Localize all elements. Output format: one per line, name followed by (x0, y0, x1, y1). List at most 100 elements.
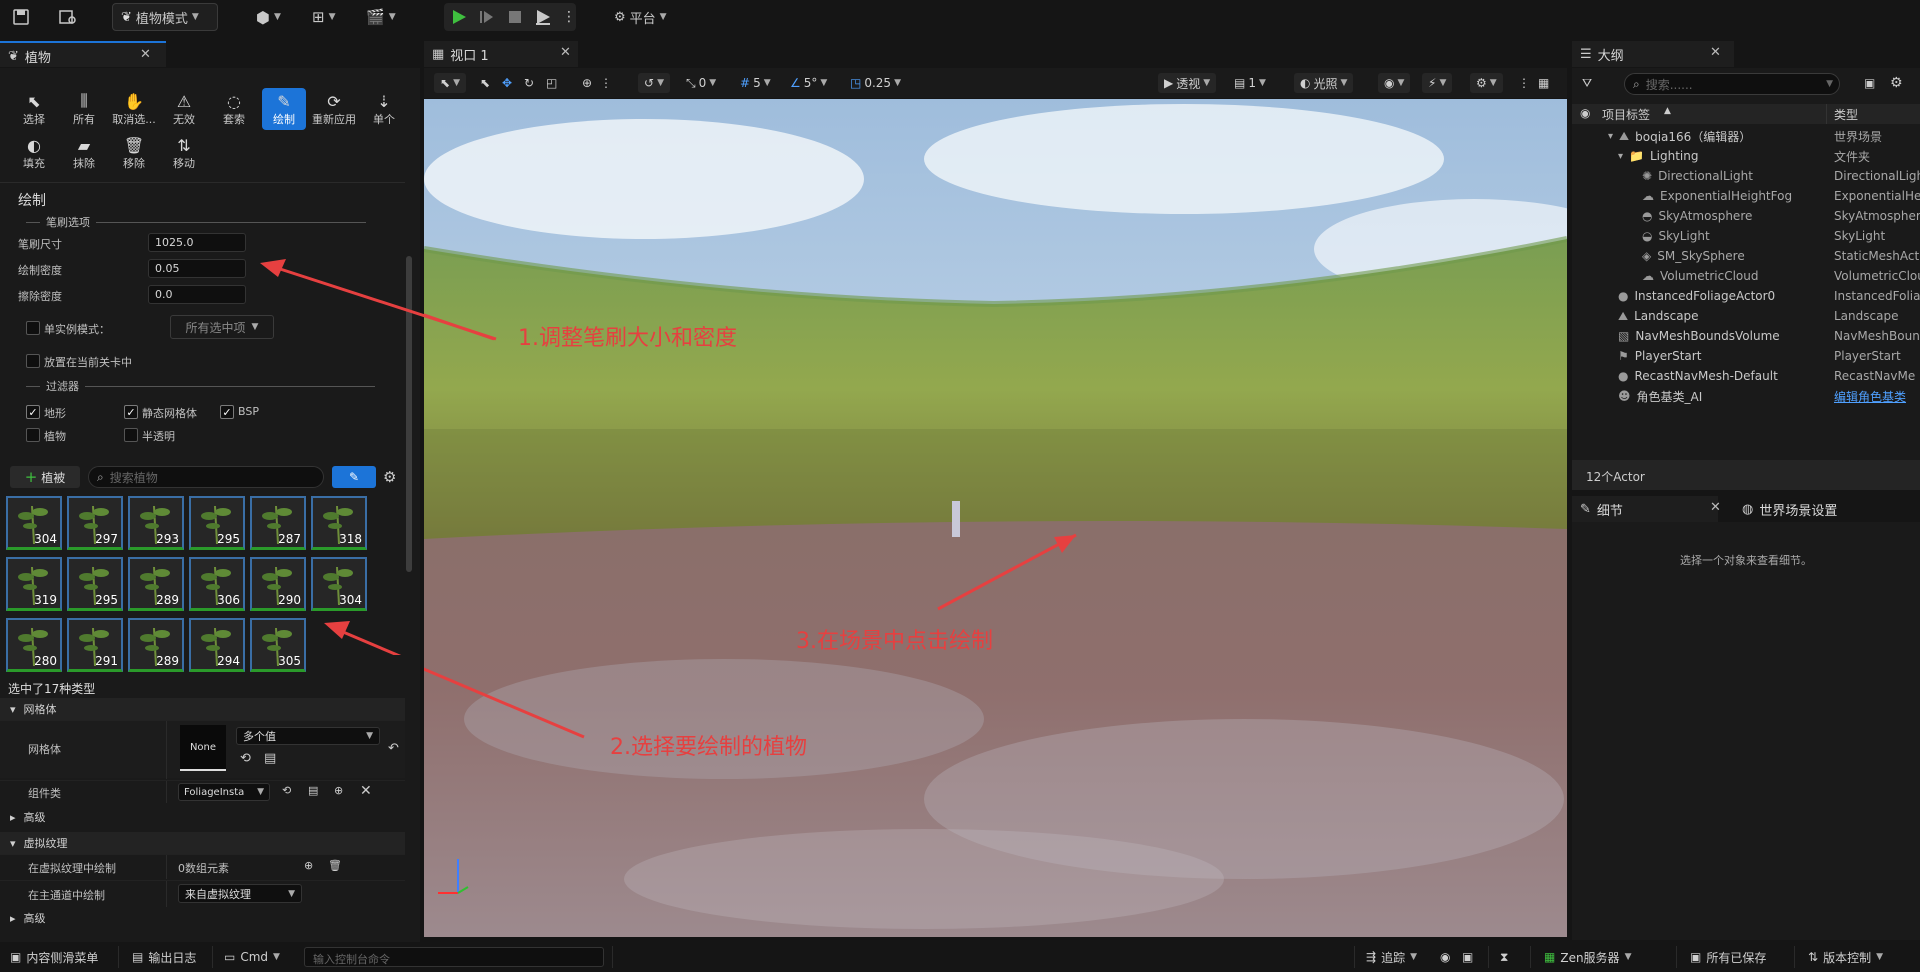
content-drawer-button[interactable]: ▣ 内容侧滑菜单 (10, 947, 98, 967)
browse-folder-icon[interactable]: ▤ (308, 784, 318, 797)
foliage-type-thumbnail[interactable]: 289 (128, 557, 184, 611)
tool-select-button[interactable]: ⬉ 选择 (12, 88, 56, 130)
version-control-dropdown[interactable]: ⇅ 版本控制 ▼ (1808, 947, 1883, 967)
sort-asc-icon[interactable]: ▲ (1664, 106, 1671, 116)
rotate-icon[interactable]: ↻ (524, 73, 534, 93)
add-foliage-button[interactable]: + 植被 (10, 466, 80, 488)
erase-density-input[interactable]: 0.0 (148, 285, 246, 304)
expanded-arrow-icon[interactable]: ▾ (1608, 131, 1613, 142)
filter-checkbox[interactable] (124, 428, 138, 442)
stop-icon[interactable] (506, 8, 524, 26)
close-icon[interactable]: ✕ (1710, 500, 1721, 515)
tool-invalid-button[interactable]: ⚠ 无效 (162, 88, 206, 130)
paint-density-input[interactable]: 0.05 (148, 259, 246, 278)
close-icon[interactable]: ✕ (140, 47, 151, 62)
foliage-type-thumbnail[interactable]: 319 (6, 557, 62, 611)
close-icon[interactable]: ✕ (1710, 45, 1721, 60)
foliage-type-thumbnail[interactable]: 291 (67, 618, 123, 672)
filter-checkbox[interactable] (26, 428, 40, 442)
browse-asset-icon[interactable]: ▤ (264, 751, 276, 766)
brush-size-input[interactable]: 1025.0 (148, 233, 246, 252)
cinematics-button[interactable]: 🎬 ▼ (366, 3, 396, 31)
translate-icon[interactable]: ✥ (502, 73, 512, 93)
more-options-icon[interactable]: ⋮ (600, 73, 612, 93)
reset-icon[interactable]: ↶ (388, 741, 399, 756)
lighting-dropdown[interactable]: ◐ 光照 ▼ (1294, 73, 1354, 93)
tool-lasso-button[interactable]: ◌ 套索 (212, 88, 256, 130)
component-dropdown[interactable]: FoliageInsta ▼ (178, 783, 270, 801)
foliage-type-thumbnail[interactable]: 294 (189, 618, 245, 672)
col-type-header[interactable]: 类型 (1834, 106, 1858, 123)
single-instance-checkbox[interactable] (26, 321, 40, 335)
filter-checkbox[interactable]: ✓ (220, 405, 234, 419)
settings-gear-icon[interactable]: ⚙ (1890, 75, 1903, 91)
delete-icon[interactable]: 🗑 (328, 859, 342, 872)
main-pass-dropdown[interactable]: 来自虚拟纹理 ▼ (178, 884, 302, 903)
viewport-scene[interactable]: 1.调整笔刷大小和密度 2.选择要绘制的植物 3.在场景中点击绘制 (424, 99, 1567, 937)
clear-icon[interactable]: ✕ (360, 783, 372, 799)
tool-reapply-button[interactable]: ⟳ 重新应用 (312, 88, 356, 130)
trace-dropdown[interactable]: ⇶ 追踪 ▼ (1366, 947, 1417, 967)
virtual-texture-category[interactable]: ▾ 虚拟纹理 (0, 832, 405, 854)
close-icon[interactable]: ✕ (560, 45, 571, 60)
blueprint-button[interactable]: ⊞ ▼ (312, 3, 336, 31)
viewport-tab[interactable]: ▦ 视口 1 ✕ (424, 41, 578, 67)
tool-single-button[interactable]: ⇣ 单个 (362, 88, 406, 130)
realtime-dropdown[interactable]: ⚡ ▼ (1422, 73, 1453, 93)
tool-erase-button[interactable]: ▰ 抹除 (62, 132, 106, 174)
scale-snap-toggle[interactable]: ◳ 0.25 ▼ (850, 73, 901, 93)
grid-snap-toggle[interactable]: #5 ▼ (740, 73, 771, 93)
outliner-row[interactable]: ◓ SkyAtmosphere SkyAtmospher (1572, 206, 1920, 226)
mode-select[interactable]: ❦ 植物模式 ▼ (112, 3, 218, 31)
play-options-icon[interactable] (534, 8, 552, 26)
outliner-tab[interactable]: ☰ 大纲 ✕ (1572, 41, 1734, 67)
foliage-type-thumbnail[interactable]: 295 (189, 496, 245, 550)
world-local-icon[interactable]: ⊕ (582, 73, 592, 93)
outliner-row[interactable]: ● RecastNavMesh-Default RecastNavMe (1572, 366, 1920, 386)
select-mode-dropdown[interactable]: ⬉ ▼ (434, 73, 466, 93)
outliner-row[interactable]: ◒ SkyLight SkyLight (1572, 226, 1920, 246)
expanded-arrow-icon[interactable]: ▾ (1618, 151, 1623, 162)
outliner-row[interactable]: ▾ 📁 Lighting 文件夹 (1572, 146, 1920, 166)
foliage-type-thumbnail[interactable]: 297 (67, 496, 123, 550)
hourglass-icon[interactable]: ⧗ (1500, 947, 1508, 967)
cmd-dropdown[interactable]: ▭ Cmd ▼ (224, 947, 280, 967)
add-new-icon[interactable]: ⊕ (334, 784, 343, 797)
settings-dropdown[interactable]: ⚙ ▼ (1470, 73, 1503, 93)
eye-icon[interactable]: ◉ (1580, 106, 1590, 120)
outliner-row[interactable]: ● InstancedFoliageActor0 InstancedFolia (1572, 286, 1920, 306)
outliner-search-input[interactable]: ⌕ 搜索...... ▼ (1624, 73, 1840, 95)
outliner-row[interactable]: ◈ SM_SkySphere StaticMeshAct (1572, 246, 1920, 266)
place-current-level-checkbox[interactable] (26, 354, 40, 368)
use-selected-icon[interactable]: ⟲ (240, 751, 251, 766)
scale-icon[interactable]: ◰ (546, 73, 557, 93)
show-dropdown[interactable]: ◉ ▼ (1378, 73, 1411, 93)
tool-paint-button[interactable]: ✎ 绘制 (262, 88, 306, 130)
add-actor-button[interactable]: ⬢ ▼ (256, 3, 281, 31)
filter-icon[interactable]: ⛛ (1582, 76, 1592, 91)
console-input[interactable]: 输入控制台命令 (304, 947, 604, 967)
mesh-category[interactable]: ▾ 网格体 (0, 698, 405, 720)
browse-icon[interactable] (58, 3, 78, 31)
play-icon[interactable] (450, 8, 468, 26)
outliner-row[interactable]: ▧ NavMeshBoundsVolume NavMeshBoun (1572, 326, 1920, 346)
tool-deselect-button[interactable]: ✋ 取消选... (112, 88, 156, 130)
more-options-icon[interactable]: ⋮ (562, 9, 576, 25)
foliage-type-thumbnail[interactable]: 289 (128, 618, 184, 672)
outliner-item-type-link[interactable]: 编辑角色基类 (1834, 388, 1920, 405)
use-selected-icon[interactable]: ⟲ (282, 784, 291, 797)
tool-fill-button[interactable]: ◐ 填充 (12, 132, 56, 174)
filter-checkbox[interactable]: ✓ (124, 405, 138, 419)
more-options-icon[interactable]: ⋮ (1518, 73, 1530, 93)
camera-speed-dropdown[interactable]: ▤ 1 ▼ (1234, 73, 1266, 93)
add-folder-icon[interactable]: ▣ (1864, 76, 1875, 90)
outliner-row[interactable]: ☻ 角色基类_AI 编辑角色基类 (1572, 386, 1920, 406)
tool-move-button[interactable]: ⇅ 移动 (162, 132, 206, 174)
save-icon[interactable] (12, 3, 30, 31)
record-icon[interactable]: ◉ (1440, 947, 1450, 967)
foliage-type-thumbnail[interactable]: 293 (128, 496, 184, 550)
output-log-button[interactable]: ▤ 输出日志 (132, 947, 196, 967)
mesh-dropdown[interactable]: 多个值 ▼ (236, 727, 380, 745)
outliner-row[interactable]: ☁ VolumetricCloud VolumetricClou (1572, 266, 1920, 286)
advanced2-category[interactable]: ▸ 高级 (0, 908, 405, 928)
